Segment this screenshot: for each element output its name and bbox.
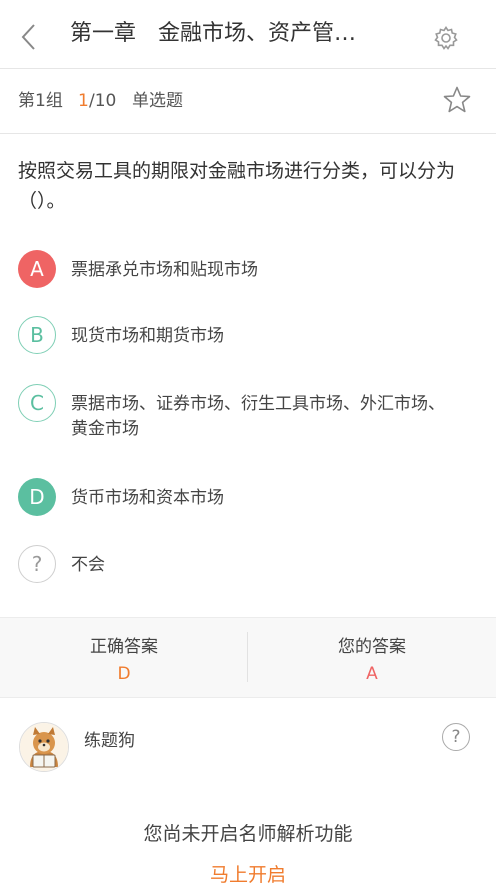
option-unknown-text: 不会 (71, 555, 105, 575)
question-text: 按照交易工具的期限对金融市场进行分类，可以分为（）。 (18, 160, 456, 212)
top-bar: 第一章 金融市场、资产管… (0, 0, 496, 69)
favorite-button[interactable] (442, 85, 472, 115)
option-b-text: 现货市场和期货市场 (71, 326, 224, 346)
answer-panel: 正确答案 D 您的答案 A (0, 617, 496, 698)
option-a-text: 票据承兑市场和贴现市场 (71, 260, 258, 280)
option-a-badge: A (18, 250, 56, 288)
option-d-badge: D (18, 478, 56, 516)
your-answer-label: 您的答案 (338, 637, 406, 657)
correct-answer-value: D (117, 664, 131, 684)
option-a[interactable]: A 票据承兑市场和贴现市场 (18, 250, 478, 288)
progress-total: /10 (89, 91, 117, 111)
option-unknown[interactable]: ? 不会 (18, 545, 478, 583)
option-d-text: 货币市场和资本市场 (71, 488, 224, 508)
progress-current: 1 (78, 91, 89, 111)
gear-icon (434, 26, 458, 50)
avatar (19, 722, 69, 772)
dog-mascot-icon (20, 723, 68, 771)
option-c[interactable]: C 票据市场、证券市场、衍生工具市场、外汇市场、黄金市场 (18, 384, 478, 442)
question-info-bar: 第1组 1 /10 单选题 (0, 69, 496, 134)
option-b-badge: B (18, 316, 56, 354)
open-analysis-button[interactable]: 马上开启 (0, 860, 496, 887)
back-button[interactable] (14, 22, 44, 52)
question-type: 单选题 (132, 91, 183, 111)
your-answer-value: A (366, 664, 378, 684)
group-label: 第1组 (18, 91, 63, 111)
star-outline-icon (443, 86, 471, 113)
help-button[interactable]: ? (442, 723, 470, 751)
question-circle-icon: ? (451, 727, 461, 747)
analysis-notice: 您尚未开启名师解析功能 (143, 823, 353, 845)
teacher-name: 练题狗 (84, 731, 135, 751)
question-mark-icon: ? (18, 545, 56, 583)
option-b[interactable]: B 现货市场和期货市场 (18, 316, 478, 354)
chapter-title: 第一章 金融市场、资产管… (70, 21, 357, 46)
your-answer-block: 您的答案 A (248, 618, 496, 697)
chevron-left-icon (21, 24, 35, 50)
correct-answer-block: 正确答案 D (0, 618, 248, 697)
option-c-badge: C (18, 384, 56, 422)
option-c-text: 票据市场、证券市场、衍生工具市场、外汇市场、黄金市场 (71, 394, 445, 439)
correct-answer-label: 正确答案 (90, 637, 158, 657)
settings-button[interactable] (432, 24, 460, 52)
option-d[interactable]: D 货币市场和资本市场 (18, 478, 478, 516)
